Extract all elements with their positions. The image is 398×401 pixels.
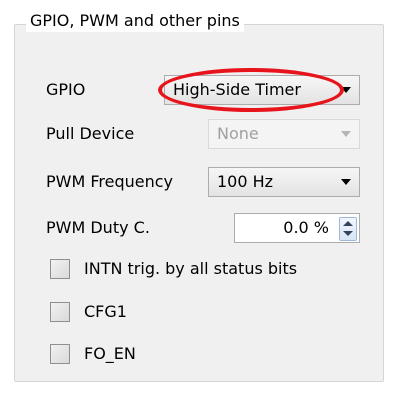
group-title: GPIO, PWM and other pins [26, 10, 244, 32]
pwm-frequency-dropdown[interactable]: 100 Hz [208, 167, 360, 197]
chevron-down-icon [341, 87, 351, 93]
checkbox-box[interactable] [50, 259, 70, 279]
chevron-down-icon [341, 179, 351, 185]
spin-down-icon[interactable] [343, 231, 353, 236]
pull-device-dropdown[interactable]: None [208, 119, 360, 149]
pwm-duty-value: 0.0 % [283, 218, 329, 237]
checkbox-label: FO_EN [84, 344, 136, 363]
pwm-frequency-label: PWM Frequency [46, 172, 174, 191]
pwm-frequency-dropdown-value: 100 Hz [217, 172, 274, 191]
checkbox-box[interactable] [50, 302, 70, 322]
checkbox-box[interactable] [50, 344, 70, 364]
gpio-dropdown-value: High-Side Timer [173, 80, 301, 99]
pwm-duty-label: PWM Duty C. [46, 218, 150, 237]
pwm-duty-spinbox[interactable]: 0.0 % [234, 213, 360, 243]
pull-device-label: Pull Device [46, 124, 135, 143]
checkbox-label: INTN trig. by all status bits [84, 259, 298, 278]
pull-device-dropdown-value: None [217, 124, 259, 143]
spin-buttons[interactable] [339, 217, 357, 241]
chevron-down-icon [341, 131, 351, 137]
spin-up-icon[interactable] [343, 221, 353, 226]
gpio-label: GPIO [46, 80, 86, 99]
checkbox-label: CFG1 [84, 302, 127, 321]
gpio-dropdown[interactable]: High-Side Timer [164, 75, 360, 105]
